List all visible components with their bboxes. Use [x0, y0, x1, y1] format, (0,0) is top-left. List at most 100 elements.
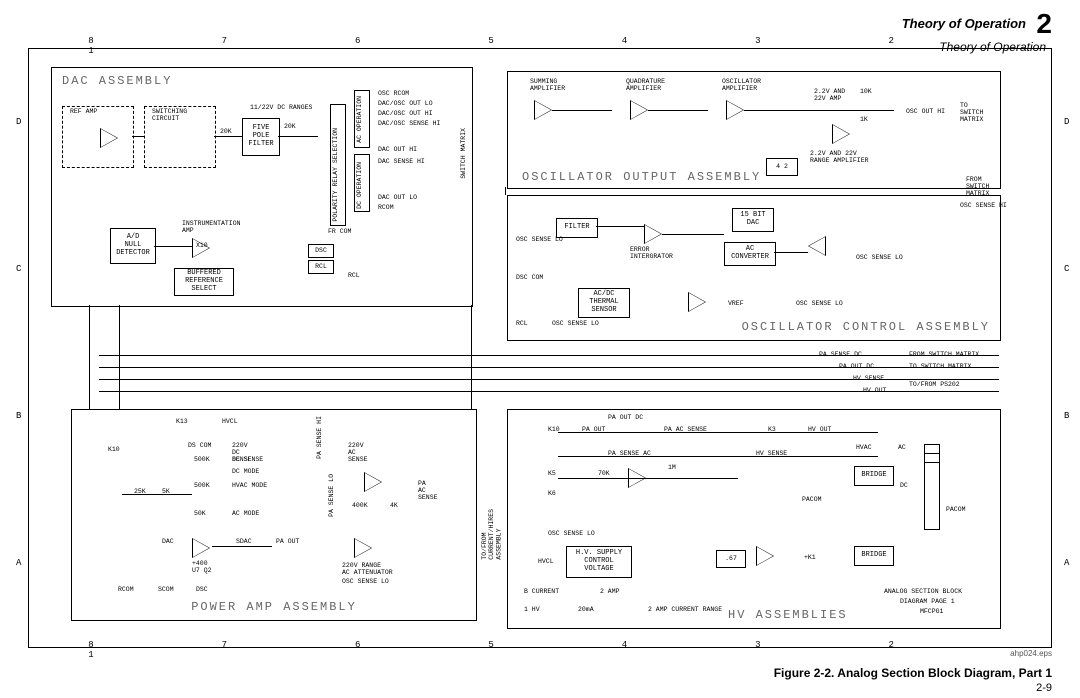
- scom: SCOM: [158, 586, 174, 593]
- r20k-b: 20K: [284, 123, 296, 130]
- five-pole-filter: FIVE POLE FILTER: [242, 118, 280, 156]
- pa-ac-sense: PA AC SENSE: [418, 480, 438, 501]
- hv-k5: K5: [548, 470, 556, 477]
- range-amp-icon: [832, 124, 850, 144]
- bridge-1: BRIDGE: [854, 466, 894, 486]
- row-r-c: C: [1064, 264, 1069, 274]
- sum-amp: SUMMING AMPLIFIER: [530, 78, 565, 92]
- to-switch-matrix: TO SWITCH MATRIX: [960, 102, 983, 123]
- power-amp-assembly: POWER AMP ASSEMBLY K13 HVCL PA SENSE HI …: [71, 409, 477, 621]
- header-title-1: Theory of Operation: [902, 16, 1026, 31]
- err-int: ERROR INTERGRATOR: [630, 246, 673, 260]
- col-4: 4: [562, 36, 689, 46]
- atten-amp: [354, 538, 372, 558]
- ac-conv-amp-icon: [808, 236, 826, 256]
- osc-amp: OSCILLATOR AMPLIFIER: [722, 78, 761, 92]
- note1: ANALOG SECTION BLOCK: [884, 588, 962, 595]
- row-r-b: B: [1064, 411, 1069, 421]
- u7q2: +400 U7 Q2: [192, 560, 212, 574]
- oc-sense-lo-a: OSC SENSE LO: [516, 236, 563, 243]
- r500k-b: 500K: [194, 482, 210, 489]
- ac-converter: AC CONVERTER: [724, 242, 776, 266]
- dac-assembly: DAC ASSEMBLY REF AMP SWITCHING CIRCUIT 2…: [51, 67, 473, 307]
- page-number: 2-9: [1036, 682, 1052, 694]
- figure-caption: Figure 2-2. Analog Section Block Diagram…: [774, 666, 1052, 680]
- inst-amp-label: INSTRUMENTATION AMP: [182, 220, 241, 234]
- row-l-c: C: [16, 264, 21, 274]
- side-label: TO/FROM CURRENT/HIRES ASSEMBLY: [481, 509, 502, 560]
- ac-op-label: AC OPERATION: [356, 96, 363, 143]
- dc-ranges: 11/22V DC RANGES: [250, 104, 312, 111]
- oscout-title: OSCILLATOR OUTPUT ASSEMBLY: [522, 170, 761, 184]
- polarity-label: POLARITY RELAY SELECTION: [332, 128, 339, 222]
- r50k: 50K: [194, 510, 206, 517]
- r67: .67: [716, 550, 746, 568]
- r400k: 400K: [352, 502, 368, 509]
- r1m: 1M: [668, 464, 676, 471]
- osc-amp-icon: [726, 100, 744, 120]
- col-3: 3: [695, 36, 822, 46]
- bridge-2: BRIDGE: [854, 546, 894, 566]
- oc-sense-lo-b: OSC SENSE LO: [856, 254, 903, 261]
- sdac: SDAC: [236, 538, 252, 545]
- r1k: 1K: [860, 116, 868, 123]
- pa-title: POWER AMP ASSEMBLY: [191, 600, 357, 614]
- x10-label: X10: [196, 242, 208, 249]
- bus-tofrom: TO/FROM PS202: [909, 381, 960, 388]
- dc-op-label: DC OPERATION: [356, 162, 363, 209]
- dac15: 15 BIT DAC: [732, 208, 774, 232]
- hvcl-label: HVCL: [538, 558, 554, 565]
- pa-out-label: PA OUT: [276, 538, 299, 545]
- k13: K13: [176, 418, 188, 425]
- hvac-mode: HVAC MODE: [232, 482, 267, 489]
- ds-com: DS COM: [188, 442, 211, 449]
- err-amp-icon: [644, 224, 662, 244]
- k1: +K1: [804, 554, 816, 561]
- dc-sense: DC SENSE: [232, 456, 263, 463]
- r70k: 70K: [598, 470, 610, 477]
- net-dac-sense-hi: DAC SENSE HI: [378, 158, 425, 165]
- dsc: DSC: [196, 586, 208, 593]
- null-detector: A/D NULL DETECTOR: [110, 228, 156, 264]
- col-6: 6: [295, 36, 422, 46]
- page: Theory of Operation 2 Theory of Operatio…: [0, 0, 1080, 698]
- quad-amp-icon: [630, 100, 648, 120]
- col-2: 2: [828, 36, 955, 46]
- vref: VREF: [728, 300, 744, 307]
- net-dac-out-lo: DAC OUT LO: [378, 194, 417, 201]
- pa-sense-hi: PA SENSE HI: [316, 416, 323, 459]
- pacom2: PACOM: [946, 506, 966, 513]
- sum-amp-icon: [534, 100, 552, 120]
- ac-mode: AC MODE: [232, 510, 259, 517]
- thermal-sensor: AC/DC THERMAL SENSOR: [578, 288, 630, 318]
- r500k-a: 500K: [194, 456, 210, 463]
- hv-title: HV ASSEMBLIES: [728, 608, 848, 622]
- filter-box: FILTER: [556, 218, 598, 238]
- oc-sense-lo-c: OSC SENSE LO: [796, 300, 843, 307]
- pa-osc-sense-lo: OSC SENSE LO: [342, 578, 389, 585]
- col-5: 5: [428, 36, 555, 46]
- two-amp-range: 2 AMP CURRENT RANGE: [648, 606, 722, 613]
- pa-sense-amp: [364, 472, 382, 492]
- hv-osc-sense-lo: OSC SENSE LO: [548, 530, 595, 537]
- one-hv: 1 HV: [524, 606, 540, 613]
- col-b-1: 1: [28, 650, 155, 660]
- osc-control-assembly: OSCILLATOR CONTROL ASSEMBLY OSC SENSE HI…: [507, 195, 1001, 341]
- vref-amp-icon: [688, 292, 706, 312]
- pa-sense-lo: PA SENSE LO: [328, 474, 335, 517]
- osc-out-hi: OSC OUT HI: [906, 108, 945, 115]
- u7q2-amp: [192, 538, 210, 558]
- range1: 2.2V AND 22V AMP: [814, 88, 845, 102]
- oc-sense-lo-d: OSC SENSE LO: [552, 320, 599, 327]
- rcl-pad: RCL: [308, 260, 334, 274]
- r220v-ac: 220V AC SENSE: [348, 442, 368, 463]
- row-r-d: D: [1064, 117, 1069, 127]
- twenty-ma: 20mA: [578, 606, 594, 613]
- hv-assemblies: HV ASSEMBLIES PA OUT DC PA OUT PA AC SEN…: [507, 409, 1001, 629]
- oscctrl-title: OSCILLATOR CONTROL ASSEMBLY: [742, 320, 990, 334]
- k10: K10: [108, 446, 120, 453]
- hv-k6: K6: [548, 490, 556, 497]
- atten: 220V RANGE AC ATTENUATOR: [342, 562, 393, 576]
- hvac: HVAC: [856, 444, 872, 451]
- transformer-icon: [924, 444, 940, 530]
